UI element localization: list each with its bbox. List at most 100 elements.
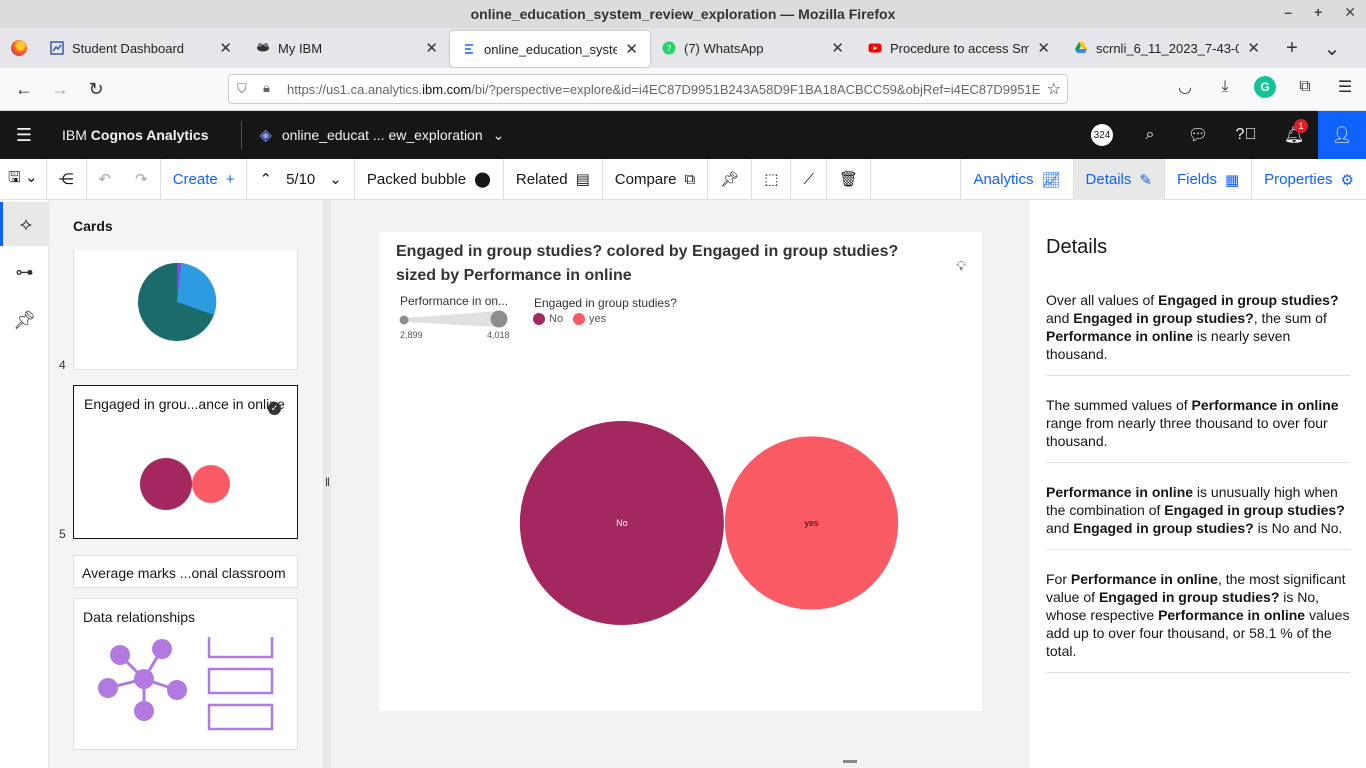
compare-button[interactable]: Compare ⧉ xyxy=(603,158,709,200)
chevron-down-icon[interactable]: ⌄ xyxy=(493,127,505,144)
close-tab-icon[interactable]: ✕ xyxy=(1247,39,1260,57)
card-pager[interactable]: ⌃ 5/10 ⌄ xyxy=(247,158,355,200)
redo-icon[interactable]: ↷ xyxy=(123,158,161,200)
card-title: Average marks ...onal classroom xyxy=(82,565,286,581)
card-4-pie[interactable] xyxy=(73,250,298,370)
help-icon[interactable]: ?⃝ xyxy=(1222,111,1270,159)
tab-my-ibm[interactable]: My IBM ✕ xyxy=(244,28,450,68)
pin-icon[interactable]: 📌︎ xyxy=(708,158,753,200)
tab-scrnli[interactable]: scrnli_6_11_2023_7-43-00 P ✕ xyxy=(1062,28,1272,68)
avatar: 👤︎ xyxy=(1326,119,1358,151)
details-label: Details xyxy=(1085,171,1132,188)
pinned-icon[interactable]: 📌︎ xyxy=(0,298,49,342)
close-tab-icon[interactable]: ✕ xyxy=(425,39,438,57)
user-count-badge: 324 xyxy=(1091,124,1113,146)
fields-icon: ▦ xyxy=(1224,171,1240,189)
analytics-tab[interactable]: Analytics 📈︎ xyxy=(960,159,1072,200)
firefox-icon xyxy=(11,40,27,56)
new-tab-icon[interactable]: + xyxy=(1272,37,1312,60)
close-tab-icon[interactable]: ✕ xyxy=(1037,39,1050,57)
insight-field-name: Performance in online xyxy=(1158,607,1306,623)
card-5-selected[interactable]: Engaged in grou...ance in online ✓ xyxy=(73,385,298,539)
grammarly-icon[interactable]: G xyxy=(1254,76,1276,98)
close-window-icon[interactable]: ✕ xyxy=(1344,4,1356,21)
pager-value: 5/10 xyxy=(286,170,316,188)
insight-field-name: Engaged in group studies? xyxy=(1073,310,1254,326)
breadcrumb[interactable]: ◈ online_educat ... ew_exploration ⌄ xyxy=(260,125,505,145)
forward-arrow-icon[interactable]: → xyxy=(42,71,78,107)
dashboard-icon xyxy=(50,41,64,55)
cards-panel: Cards 4 Engaged in grou...ance in online… xyxy=(49,200,323,768)
related-label: Related xyxy=(515,170,568,188)
list-tabs-chevron-icon[interactable]: ⌄ xyxy=(1312,36,1352,61)
properties-tab[interactable]: Properties ⚙︎ xyxy=(1251,159,1366,200)
close-tab-icon[interactable]: ✕ xyxy=(625,40,638,58)
pocket-icon[interactable]: ◡ xyxy=(1174,76,1196,98)
delete-icon[interactable]: 🗑︎ xyxy=(827,158,871,200)
panel-switcher: Analytics 📈︎ Details ✎ Fields ▦ Properties ⚙… xyxy=(960,159,1366,200)
maximize-icon[interactable]: + xyxy=(1314,4,1322,21)
trend-chart-icon[interactable]: ⟋ xyxy=(791,158,827,200)
menu-icon[interactable]: ☰ xyxy=(1334,76,1356,98)
insight-text: range from nearly three thousand to over… xyxy=(1046,415,1328,449)
assistant-chat-icon[interactable]: 💬︎ xyxy=(1174,111,1222,159)
tab-procedure[interactable]: Procedure to access Smart ✕ xyxy=(856,28,1062,68)
close-tab-icon[interactable]: ✕ xyxy=(831,39,844,57)
visualization-card[interactable]: Engaged in group studies? colored by Eng… xyxy=(379,232,982,711)
bottom-drag-handle[interactable] xyxy=(843,760,857,763)
window-title: online_education_system_review_explorati… xyxy=(470,6,896,22)
drag-handle-icon[interactable]: ‖ xyxy=(325,475,330,489)
details-tab[interactable]: Details ✎ xyxy=(1072,159,1164,200)
url-bar[interactable]: ⛉ 🔒︎ https://us1.ca.analytics. ibm.com/bi… xyxy=(228,74,1068,104)
lock-icon[interactable]: 🔒︎ xyxy=(263,80,270,96)
downloads-icon[interactable]: ⤓ xyxy=(1214,76,1236,98)
search-icon[interactable]: ⌕ xyxy=(1126,111,1174,159)
extensions-icon[interactable]: ⧉ xyxy=(1294,76,1316,98)
focus-icon[interactable]: ⬚ xyxy=(752,158,792,200)
firefox-view-button[interactable] xyxy=(0,28,38,68)
compare-label: Compare xyxy=(614,170,677,188)
relationships-tree-icon[interactable]: ⊶ xyxy=(0,250,49,294)
back-arrow-icon[interactable]: ← xyxy=(6,71,42,107)
url-domain: ibm.com xyxy=(422,81,472,97)
reload-icon[interactable]: ↻ xyxy=(78,71,114,107)
tab-whatsapp[interactable]: ? (7) WhatsApp ✕ xyxy=(650,28,856,68)
thumb-bubble-no xyxy=(140,458,192,510)
fields-tab[interactable]: Fields ▦ xyxy=(1163,159,1251,200)
create-button[interactable]: Create + xyxy=(161,158,248,200)
user-avatar-button[interactable]: 👤︎ xyxy=(1318,111,1366,159)
tab-title: Procedure to access Smart xyxy=(890,40,1030,56)
bookmark-star-icon[interactable]: ☆ xyxy=(1047,79,1061,99)
tab-student-dashboard[interactable]: Student Dashboard ✕ xyxy=(38,28,244,68)
viz-type-button[interactable]: Packed bubble ⬤ xyxy=(355,158,504,200)
insight-field-name: Performance in online xyxy=(1070,571,1218,587)
card-data-relationships[interactable]: Data relationships xyxy=(73,598,298,750)
whatsapp-icon: ? xyxy=(662,41,676,55)
share-icon[interactable]: ⋲ xyxy=(47,158,87,200)
insight-field-name: Engaged in group studies? xyxy=(1073,520,1254,536)
minimize-icon[interactable]: – xyxy=(1284,4,1292,21)
create-label: Create xyxy=(172,170,218,188)
pie-thumbnail xyxy=(138,263,217,341)
panel-splitter[interactable]: ‖ xyxy=(323,200,331,768)
app-brand: IBM Cognos Analytics xyxy=(48,127,223,143)
shield-icon[interactable]: ⛉ xyxy=(237,81,247,97)
insight-text: For xyxy=(1046,571,1071,587)
compare-icon: ⧉ xyxy=(684,170,696,188)
related-icon: ▤ xyxy=(575,171,590,188)
related-button[interactable]: Related ▤ xyxy=(504,158,603,200)
tab-online-education[interactable]: online_education_system_r ✕ xyxy=(450,31,650,67)
hamburger-menu-icon[interactable]: ☰ xyxy=(0,125,48,146)
exploration-icon: ◈ xyxy=(259,127,272,144)
insight-2: The summed values of Performance in onli… xyxy=(1046,396,1350,463)
cards-view-icon[interactable]: ⟡ xyxy=(0,202,49,246)
viz-type-label: Packed bubble xyxy=(366,170,467,188)
user-count-button[interactable]: 324 xyxy=(1078,111,1126,159)
chevron-down-icon[interactable]: ⌄ xyxy=(329,170,342,188)
card-6[interactable]: Average marks ...onal classroom xyxy=(73,555,298,588)
undo-icon[interactable]: ↶ xyxy=(87,159,124,200)
close-tab-icon[interactable]: ✕ xyxy=(219,39,232,57)
chevron-up-icon[interactable]: ⌃ xyxy=(259,170,272,188)
save-icon[interactable]: 🖫 ⌄ xyxy=(0,158,47,200)
notifications-bell-icon[interactable]: 🔔︎ 1 xyxy=(1270,111,1318,159)
